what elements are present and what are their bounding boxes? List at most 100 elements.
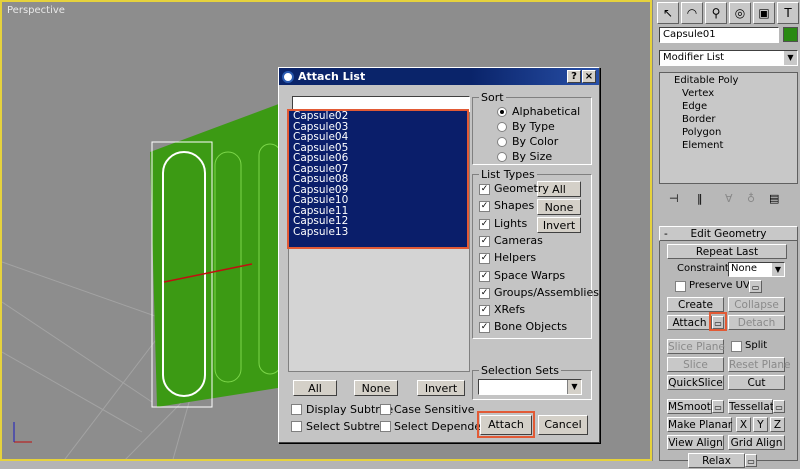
sort-radio[interactable] — [497, 137, 507, 147]
tessellate-button[interactable]: Tessellate — [728, 399, 780, 414]
help-button[interactable]: ? — [567, 70, 581, 83]
grid-align-button[interactable]: Grid Align — [728, 435, 785, 450]
constraints-dropdown[interactable]: None ▼ — [728, 262, 785, 277]
stack-subobject-item[interactable]: Polygon — [662, 126, 795, 139]
collapse-button[interactable]: Collapse — [728, 297, 785, 312]
detach-button[interactable]: Detach — [728, 315, 785, 330]
list-type-checkbox[interactable]: ✓ — [479, 235, 490, 247]
create-tab-icon[interactable]: ↖ — [657, 2, 679, 24]
split-checkbox[interactable] — [731, 341, 742, 352]
select-subtree-label: Select Subtree — [306, 420, 387, 433]
reset-plane-button[interactable]: Reset Plane — [728, 357, 790, 372]
view-align-button[interactable]: View Align — [667, 435, 724, 450]
highlight-box-attach — [477, 411, 535, 438]
preserve-uvs-settings-icon[interactable]: ▭ — [749, 280, 762, 293]
none-button[interactable]: None — [354, 380, 398, 396]
list-type-label: Shapes — [494, 199, 535, 213]
hierarchy-tab-icon[interactable]: ⚲ — [705, 2, 727, 24]
create-button[interactable]: Create — [667, 297, 724, 312]
modifier-list-dropdown[interactable]: Modifier List ▼ — [659, 50, 798, 66]
msmooth-settings-icon[interactable]: ▭ — [712, 400, 724, 413]
case-sensitive-label: Case Sensitive — [394, 403, 475, 416]
object-name-field[interactable]: Capsule01 — [659, 27, 779, 43]
case-sensitive-checkbox[interactable] — [380, 404, 391, 415]
chevron-down-icon[interactable]: ▼ — [567, 380, 581, 394]
highlight-box-attach-list — [709, 312, 727, 331]
dialog-title: Attach List — [298, 70, 366, 83]
cut-button[interactable]: Cut — [728, 375, 785, 390]
planar-z-button[interactable]: Z — [770, 417, 785, 432]
show-end-result-icon[interactable]: ‖ — [697, 192, 703, 205]
modify-tab-icon[interactable]: ◠ — [681, 2, 703, 24]
sort-radio[interactable] — [497, 122, 507, 132]
list-type-checkbox[interactable]: ✓ — [479, 305, 490, 317]
sort-radio[interactable] — [497, 107, 507, 117]
stack-subobject-item[interactable]: Vertex — [662, 87, 795, 100]
list-type-checkbox[interactable]: ✓ — [479, 184, 490, 195]
sort-option-label: By Type — [512, 120, 555, 133]
types-none-button[interactable]: None — [537, 199, 581, 215]
sort-title: Sort — [479, 91, 506, 104]
attach-panel-button[interactable]: Attach — [667, 315, 712, 330]
rollout-toggle[interactable]: - — [664, 227, 668, 241]
all-button[interactable]: All — [293, 380, 337, 396]
stack-item-editable-poly[interactable]: Editable Poly — [662, 74, 795, 87]
edit-geometry-header[interactable]: - Edit Geometry — [659, 226, 798, 241]
chevron-down-icon[interactable]: ▼ — [772, 263, 784, 276]
list-type-checkbox[interactable]: ✓ — [479, 218, 490, 230]
selection-sets-dropdown[interactable]: ▼ — [478, 379, 582, 395]
sort-option-label: Alphabetical — [512, 105, 581, 118]
utilities-tab-icon[interactable]: T — [777, 2, 799, 24]
sort-option-label: By Size — [512, 150, 553, 163]
msmooth-button[interactable]: MSmooth — [667, 399, 718, 414]
list-type-checkbox[interactable]: ✓ — [479, 322, 490, 334]
list-type-label: Space Warps — [494, 268, 566, 282]
repeat-last-button[interactable]: Repeat Last — [667, 244, 787, 259]
app-icon — [282, 70, 294, 83]
list-type-checkbox[interactable]: ✓ — [479, 253, 490, 265]
close-button[interactable]: × — [582, 70, 596, 83]
select-subtree-checkbox[interactable] — [291, 421, 302, 432]
make-planar-button[interactable]: Make Planar — [667, 417, 732, 432]
chevron-down-icon[interactable]: ▼ — [784, 51, 797, 65]
remove-modifier-icon[interactable]: ♁ — [747, 192, 755, 205]
display-tab-icon[interactable]: ▣ — [753, 2, 775, 24]
stack-subobject-item[interactable]: Element — [662, 139, 795, 152]
motion-tab-icon[interactable]: ◎ — [729, 2, 751, 24]
display-subtree-checkbox[interactable] — [291, 404, 302, 415]
types-invert-button[interactable]: Invert — [537, 217, 581, 233]
command-panel: ↖ ◠ ⚲ ◎ ▣ T Capsule01 Modifier List ▼ Ed… — [652, 0, 800, 468]
highlight-box-list — [287, 109, 469, 249]
configure-sets-icon[interactable]: ▤ — [769, 192, 779, 205]
select-dependents-checkbox[interactable] — [380, 421, 391, 432]
list-type-checkbox[interactable]: ✓ — [479, 201, 490, 213]
make-unique-icon[interactable]: ∀ — [725, 192, 733, 205]
slice-button[interactable]: Slice — [667, 357, 724, 372]
tessellate-settings-icon[interactable]: ▭ — [773, 400, 785, 413]
sort-radio[interactable] — [497, 152, 507, 162]
list-type-checkbox[interactable]: ✓ — [479, 270, 490, 282]
pin-stack-icon[interactable]: ⊣ — [669, 192, 679, 205]
quickslice-button[interactable]: QuickSlice — [667, 375, 724, 390]
dialog-titlebar: Attach List — [279, 68, 599, 85]
sort-option-label: By Color — [512, 135, 559, 148]
planar-y-button[interactable]: Y — [753, 417, 768, 432]
rollout-title: Edit Geometry — [690, 228, 767, 240]
axis-gizmo-icon — [13, 422, 32, 443]
cancel-button[interactable]: Cancel — [538, 415, 588, 435]
list-type-label: XRefs — [494, 303, 526, 317]
modifier-stack[interactable]: Editable Poly Vertex Edge Border Polygon Elem… — [659, 72, 798, 184]
slice-plane-button[interactable]: Slice Plane — [667, 339, 725, 354]
selection-sets-title: Selection Sets — [479, 364, 561, 377]
invert-button[interactable]: Invert — [417, 380, 465, 396]
preserve-uvs-checkbox[interactable] — [675, 281, 686, 292]
attach-list-dialog: Attach List ? × Capsule02 Capsule03 Capsul… — [278, 67, 600, 443]
list-type-label: Lights — [494, 216, 528, 230]
stack-subobject-item[interactable]: Edge — [662, 100, 795, 113]
planar-x-button[interactable]: X — [736, 417, 751, 432]
constraints-value: None — [731, 263, 758, 274]
list-type-label: Helpers — [494, 251, 537, 265]
object-color-swatch[interactable] — [783, 27, 798, 42]
stack-subobject-item[interactable]: Border — [662, 113, 795, 126]
list-type-checkbox[interactable]: ✓ — [479, 287, 490, 299]
